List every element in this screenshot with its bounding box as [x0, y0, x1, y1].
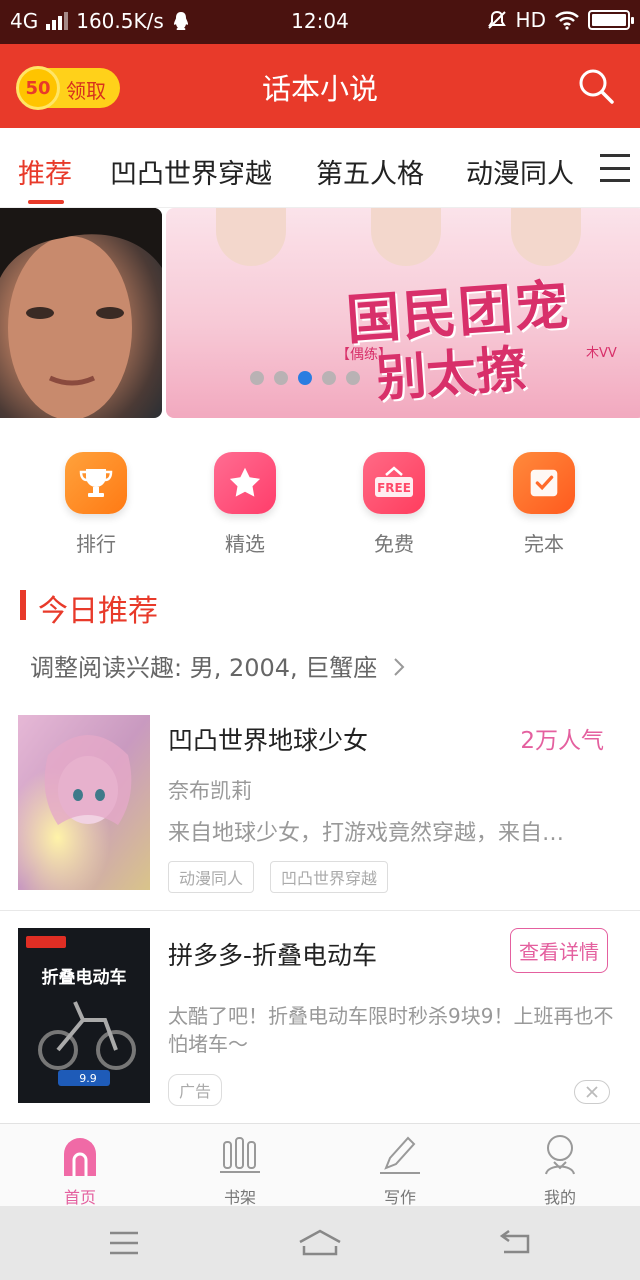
- menu-icon[interactable]: [600, 154, 630, 182]
- carousel-dots: [250, 371, 360, 385]
- ad-cover-price: 9.9: [79, 1072, 97, 1085]
- section-marker: [20, 590, 26, 620]
- bookshelf-icon: [220, 1137, 260, 1173]
- ad-cover-title: 折叠电动车: [42, 967, 127, 988]
- free-icon-text: FREE: [377, 481, 411, 495]
- view-details-button[interactable]: 查看详情: [510, 928, 608, 973]
- book-cover[interactable]: [18, 715, 150, 890]
- hd-label: HD: [515, 8, 546, 32]
- carousel-dot[interactable]: [274, 371, 288, 385]
- ad-description: 太酷了吧！折叠电动车限时秒杀9块9！上班再也不怕堵车～: [168, 1004, 614, 1056]
- quick-link-ranking[interactable]: 排行: [36, 448, 156, 557]
- adjust-interest-link[interactable]: 调整阅读兴趣: 男, 2004, 巨蟹座: [30, 648, 407, 683]
- quick-link-completed[interactable]: 完本: [484, 448, 604, 557]
- back-icon[interactable]: [498, 1228, 532, 1258]
- pencil-icon: [380, 1136, 420, 1174]
- banner-subtitle: 别太撩: [374, 338, 529, 409]
- bottom-navigation: 首页 书架 写作 我的: [0, 1123, 640, 1208]
- chevron-right-icon: [394, 658, 405, 676]
- banner-slide-current[interactable]: 国民团宠 【偶练】 别太撩 木VV: [166, 208, 640, 418]
- nav-bookshelf[interactable]: 书架: [180, 1132, 300, 1208]
- mute-icon: [487, 10, 506, 29]
- home-icon: [64, 1138, 96, 1176]
- active-tab-indicator: [28, 200, 64, 204]
- nav-label: 书架: [223, 1188, 256, 1207]
- banner-author: 木VV: [586, 346, 617, 361]
- search-icon: [579, 69, 614, 104]
- quick-link-label: 免费: [374, 532, 414, 556]
- quick-link-free[interactable]: FREE 免费: [334, 448, 454, 557]
- quick-link-label: 排行: [76, 532, 116, 556]
- star-icon: [214, 452, 276, 514]
- nav-write[interactable]: 写作: [340, 1132, 460, 1208]
- checkbox-icon: [513, 452, 575, 514]
- tab-anime-fanfic[interactable]: 动漫同人: [466, 152, 574, 191]
- tab-aotu-world[interactable]: 凹凸世界穿越: [110, 152, 272, 191]
- banner-carousel[interactable]: 国民团宠 【偶练】 别太撩 木VV: [0, 208, 640, 418]
- nav-label: 我的: [543, 1188, 576, 1207]
- system-navigation-bar: [0, 1206, 640, 1280]
- recent-apps-icon[interactable]: [108, 1230, 140, 1256]
- book-author: 奈布凯莉: [168, 779, 252, 803]
- nav-home[interactable]: 首页: [20, 1132, 140, 1208]
- nav-profile[interactable]: 我的: [500, 1132, 620, 1208]
- status-bar: 4G 160.5K/s 12:04 HD: [0, 0, 640, 44]
- search-button[interactable]: [576, 66, 616, 106]
- banner-character-2: [371, 208, 441, 266]
- page-title: 话本小说: [261, 72, 378, 106]
- wifi-icon: [555, 11, 579, 30]
- book-item[interactable]: 凹凸世界地球少女 2万人气 奈布凯莉 来自地球少女，打游戏竟然穿越，来自… 动漫…: [0, 715, 640, 910]
- interest-text: 调整阅读兴趣: 男, 2004, 巨蟹座: [30, 654, 378, 682]
- quick-link-label: 完本: [524, 532, 564, 556]
- ad-title[interactable]: 拼多多-折叠电动车: [168, 936, 377, 972]
- trophy-icon: [65, 452, 127, 514]
- quick-link-label: 精选: [225, 532, 265, 556]
- quick-link-featured[interactable]: 精选: [185, 448, 305, 557]
- carousel-dot[interactable]: [346, 371, 360, 385]
- quick-links: 排行 精选 FREE 免费 完本: [0, 448, 640, 560]
- category-tabs: 推荐 凹凸世界穿越 第五人格 动漫同人: [0, 128, 640, 208]
- banner-character-1: [216, 208, 286, 266]
- banner-character-3: [511, 208, 581, 266]
- portrait-image: [0, 208, 162, 418]
- close-ad-button[interactable]: [574, 1080, 610, 1104]
- tab-recommend[interactable]: 推荐: [18, 152, 72, 191]
- banner-slide-previous[interactable]: [0, 208, 162, 418]
- free-icon: FREE: [363, 452, 425, 514]
- book-tag[interactable]: 动漫同人: [168, 861, 255, 893]
- carousel-dot-active[interactable]: [298, 371, 312, 385]
- profile-icon: [545, 1135, 575, 1175]
- carousel-dot[interactable]: [250, 371, 264, 385]
- close-icon: [586, 1086, 598, 1098]
- ad-label: 广告: [168, 1074, 223, 1106]
- book-description: 来自地球少女，打游戏竟然穿越，来自…: [168, 821, 565, 846]
- list-divider: [0, 910, 640, 911]
- nav-label: 首页: [63, 1188, 96, 1207]
- book-tag[interactable]: 凹凸世界穿越: [270, 861, 389, 893]
- battery-icon: [588, 10, 634, 30]
- app-header: 50 领取 话本小说: [0, 44, 640, 128]
- carousel-dot[interactable]: [322, 371, 336, 385]
- nav-label: 写作: [383, 1188, 416, 1207]
- section-title: 今日推荐: [38, 594, 158, 629]
- book-title[interactable]: 凹凸世界地球少女: [168, 721, 368, 757]
- tab-identity-v[interactable]: 第五人格: [316, 152, 424, 191]
- home-button-icon[interactable]: [298, 1228, 342, 1258]
- ad-cover[interactable]: 折叠电动车 9.9: [18, 928, 150, 1103]
- ad-item[interactable]: 折叠电动车 9.9 拼多多-折叠电动车 查看详情 太酷了吧！折叠电动车限时秒杀9…: [0, 928, 640, 1118]
- book-popularity: 2万人气: [520, 728, 604, 754]
